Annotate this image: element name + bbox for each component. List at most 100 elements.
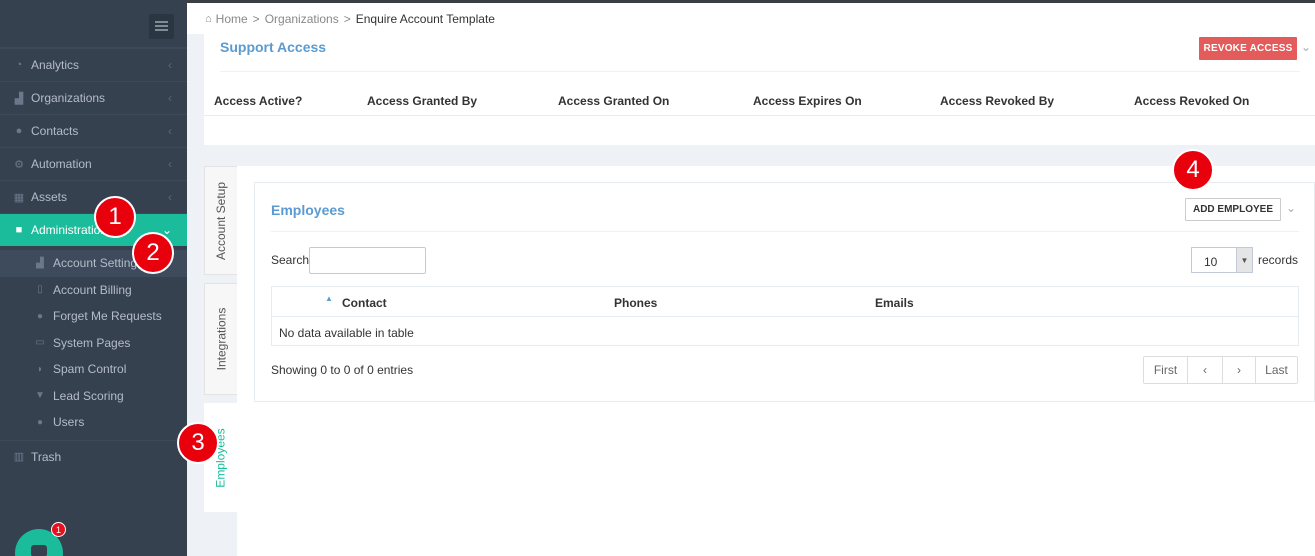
sidebar-item-automation[interactable]: ⚙ Automation ‹	[0, 147, 187, 180]
chevron-left-icon: ‹	[168, 157, 172, 171]
breadcrumb-separator: >	[252, 11, 260, 26]
search-label: Search:	[271, 253, 313, 267]
chat-badge: 1	[51, 522, 66, 537]
breadcrumb-current: Enquire Account Template	[355, 11, 495, 26]
sidebar-subitem-label: Account Settings	[53, 256, 144, 271]
sidebar-item-contacts[interactable]: ● Contacts ‹	[0, 114, 187, 147]
collapse-chevron-icon[interactable]: ⌄	[1286, 201, 1296, 215]
home-icon: ⌂	[205, 12, 212, 25]
divider	[271, 231, 1299, 232]
table-rule	[204, 115, 1315, 116]
sidebar-subitem-users[interactable]: ● Users	[0, 409, 187, 436]
sidebar-subitem-label: System Pages	[53, 335, 131, 350]
sidebar-item-analytics[interactable]: ◔ Analytics ‹	[0, 48, 187, 81]
divider	[220, 71, 1300, 72]
sidebar-subitem-system-pages[interactable]: ▭ System Pages	[0, 330, 187, 357]
chevron-left-icon: ‹	[168, 124, 172, 138]
sidebar-subitem-forget-me-requests[interactable]: ● Forget Me Requests	[0, 303, 187, 330]
sidebar-item-label: Automation	[31, 157, 92, 171]
empty-message: No data available in table	[279, 326, 414, 340]
marker-1: 1	[94, 196, 136, 238]
hamburger-icon[interactable]	[149, 14, 174, 39]
employees-portlet: Employees ADD EMPLOYEE ⌄ Search: 10 ▼ re…	[254, 182, 1315, 402]
sidebar-item-assets[interactable]: ▦ Assets ‹	[0, 180, 187, 213]
chevron-left-icon: ‹	[168, 190, 172, 204]
column-header-phones[interactable]: Phones	[614, 296, 657, 310]
sidebar-item-organizations[interactable]: ▟ Organizations ‹	[0, 81, 187, 114]
search-input[interactable]	[309, 247, 426, 274]
chevron-down-icon: ▼	[1236, 248, 1252, 272]
records-label: records	[1258, 253, 1299, 267]
column-header: Access Revoked On	[1134, 94, 1250, 108]
sidebar-subitem-lead-scoring[interactable]: ▼ Lead Scoring	[0, 383, 187, 410]
column-header: Access Revoked By	[940, 94, 1055, 108]
file-icon: ▯	[37, 284, 43, 296]
users-icon: ●	[15, 125, 23, 137]
pager-next-button[interactable]: ›	[1222, 357, 1255, 383]
page-length-select[interactable]: 10 ▼	[1191, 247, 1253, 273]
sidebar-header	[0, 0, 187, 48]
breadcrumb-organizations[interactable]: Organizations	[265, 12, 339, 26]
marker-2: 2	[132, 232, 174, 274]
column-header: Access Granted On	[558, 94, 670, 108]
user-x-icon: ●	[36, 310, 44, 322]
marker-4: 4	[1172, 149, 1214, 191]
revoke-access-button[interactable]: REVOKE ACCESS	[1199, 37, 1297, 60]
window-icon: ▭	[35, 337, 45, 349]
collapse-chevron-icon[interactable]: ⌄	[1301, 40, 1311, 54]
sidebar-subitem-spam-control[interactable]: ◗ Spam Control	[0, 356, 187, 383]
table-info: Showing 0 to 0 of 0 entries	[271, 363, 414, 377]
sidebar-subitem-account-billing[interactable]: ▯ Account Billing	[0, 277, 187, 304]
chat-icon	[31, 545, 47, 556]
tab-label: Integrations	[214, 307, 228, 371]
lock-icon: ■	[15, 224, 23, 236]
sidebar-item-trash[interactable]: ▥ Trash	[0, 439, 187, 473]
sort-asc-icon: ▲	[325, 294, 333, 303]
sidebar-item-label: Trash	[31, 449, 62, 464]
support-access-portlet: Support Access REVOKE ACCESS ⌄ Access Ac…	[204, 34, 1315, 145]
sidebar-item-label: Organizations	[31, 91, 106, 105]
breadcrumb: ⌂ Home > Organizations > Enquire Account…	[187, 3, 1315, 34]
filter-icon: ▼	[35, 390, 45, 402]
sidebar-subitem-label: Spam Control	[53, 362, 127, 377]
tab-label: Account Setup	[214, 181, 228, 260]
sidebar-subitem-label: Users	[53, 415, 85, 430]
column-header: Access Expires On	[753, 94, 862, 108]
shield-icon: ◗	[36, 363, 44, 375]
trash-icon: ▥	[13, 451, 25, 463]
table-header: ▲ Contact Phones Emails	[272, 287, 1298, 317]
column-header: Access Active?	[214, 94, 303, 108]
sidebar: ◔ Analytics ‹ ▟ Organizations ‹ ● Contac…	[0, 0, 187, 556]
chevron-left-icon: ‹	[168, 91, 172, 105]
pager-last-button[interactable]: Last	[1255, 357, 1297, 383]
sidebar-subitem-label: Account Billing	[53, 282, 132, 297]
pager-prev-button[interactable]: ‹	[1187, 357, 1222, 383]
breadcrumb-separator: >	[343, 11, 351, 26]
marker-3: 3	[177, 422, 219, 464]
sidebar-item-label: Analytics	[31, 58, 80, 72]
tab-integrations[interactable]: Integrations	[204, 283, 238, 395]
employees-table: ▲ Contact Phones Emails No data availabl…	[271, 286, 1299, 346]
sidebar-item-label: Contacts	[31, 124, 79, 138]
sidebar-subitem-label: Forget Me Requests	[53, 309, 162, 324]
add-employee-button[interactable]: ADD EMPLOYEE	[1185, 198, 1281, 221]
pagination: First ‹ › Last	[1143, 356, 1298, 384]
chevron-left-icon: ‹	[168, 58, 172, 72]
grid-icon: ▦	[13, 191, 25, 204]
breadcrumb-home[interactable]: Home	[216, 12, 248, 26]
tab-account-setup[interactable]: Account Setup	[204, 166, 238, 275]
dashboard-icon: ◔	[15, 59, 23, 71]
pager-first-button[interactable]: First	[1144, 357, 1187, 383]
user-icon: ●	[36, 416, 44, 428]
cogs-icon: ⚙	[14, 158, 24, 171]
page-length-value: 10	[1204, 255, 1218, 269]
column-header-contact[interactable]: Contact	[342, 296, 387, 310]
column-header-emails[interactable]: Emails	[875, 296, 914, 310]
sidebar-item-label: Assets	[31, 190, 68, 204]
sitemap-icon: ▟	[36, 257, 44, 269]
support-access-title: Support Access	[220, 39, 327, 55]
employees-title: Employees	[271, 202, 345, 218]
sidebar-subitem-label: Lead Scoring	[53, 388, 124, 403]
column-header: Access Granted By	[367, 94, 478, 108]
sitemap-icon: ▟	[14, 92, 24, 105]
